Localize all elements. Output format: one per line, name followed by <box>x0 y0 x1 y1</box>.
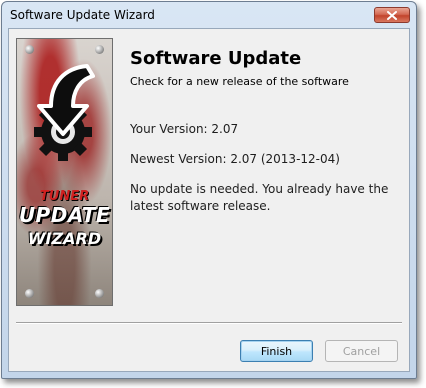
finish-button[interactable]: Finish <box>240 340 313 362</box>
banner-subtitle-text: WIZARD <box>27 229 102 248</box>
banner-brand-text: TUNER <box>39 189 90 204</box>
status-message: No update is needed. You already have th… <box>130 182 389 213</box>
window-title: Software Update Wizard <box>10 8 155 22</box>
close-icon <box>387 10 397 20</box>
cancel-button[interactable]: Cancel <box>325 340 398 362</box>
your-version-text: Your Version: 2.07 <box>130 122 239 136</box>
page-title: Software Update <box>130 48 302 69</box>
close-button[interactable] <box>374 7 410 23</box>
screw-icon <box>25 289 34 298</box>
wizard-banner-image: TUNER UPDATE WIZARD <box>16 38 113 306</box>
banner-title-text: UPDATE <box>18 203 111 227</box>
screw-icon <box>25 45 34 54</box>
title-bar[interactable]: Software Update Wizard <box>2 2 416 28</box>
download-arrow-gear-icon <box>34 64 95 161</box>
divider <box>16 322 402 324</box>
wizard-window: Software Update Wizard TUNER UPDATE WIZA… <box>1 1 417 379</box>
wizard-content: TUNER UPDATE WIZARD Software Update Chec… <box>8 28 410 372</box>
screw-icon <box>95 45 104 54</box>
screw-icon <box>95 289 104 298</box>
newest-version-text: Newest Version: 2.07 (2013-12-04) <box>130 152 340 166</box>
page-subtitle: Check for a new release of the software <box>130 75 349 88</box>
